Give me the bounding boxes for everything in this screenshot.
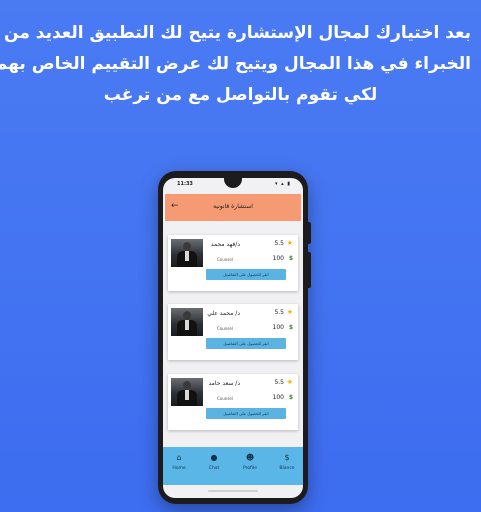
headline-line-1: بعد اختيارك لمجال الإستشارة يتيح لك التط… [4, 23, 471, 43]
page-title: استشارة قانونية [213, 203, 253, 210]
expert-name: د/ محمد علي [207, 310, 240, 317]
dollar-icon: $ [288, 255, 293, 262]
home-indicator [208, 490, 258, 492]
expert-role: Counsel [217, 257, 233, 262]
home-icon: ⌂ [176, 453, 182, 462]
dollar-icon: $ [288, 324, 293, 331]
expert-name: د/ سعد حامد [208, 380, 240, 387]
phone-volume-button [308, 222, 311, 244]
expert-name: د/فهد محمد [210, 241, 240, 248]
nav-label: Home [172, 466, 186, 471]
expert-price: 100 [272, 324, 284, 331]
expert-photo [171, 308, 203, 336]
nav-label: Blance [279, 466, 295, 471]
star-icon: ★ [286, 239, 293, 247]
headline-line-2: الخبراء في هذا المجال ويتيح لك عرض التقي… [0, 54, 471, 74]
status-time: 11:33 [177, 181, 193, 187]
nav-label: Chat [208, 466, 220, 471]
app-bar: ← استشارة قانونية [165, 194, 301, 221]
headline-line-3: لكي تقوم بالتواصل مع من ترغب [103, 85, 378, 105]
nav-item-chat[interactable]: ● Chat [199, 453, 229, 471]
status-icons: ▾ ▴ ▮ [275, 181, 291, 187]
details-button[interactable]: انقر للحصول على التفاصيل [206, 269, 286, 280]
expert-rating: 5.5 [274, 379, 284, 386]
nav-label: Profile [243, 466, 257, 471]
expert-card: د/فهد محمد 5.5 ★ Counsel 100 $ انقر للحص… [168, 235, 298, 291]
expert-price: 100 [272, 255, 284, 262]
bottom-nav: ⌂ Home ● Chat ☻ Profile $ Blance [163, 447, 303, 485]
expert-photo [171, 239, 203, 267]
expert-card: د/ محمد علي 5.5 ★ Counsel 100 $ انقر للح… [168, 304, 298, 360]
chat-icon: ● [210, 453, 218, 462]
nav-item-profile[interactable]: ☻ Profile [235, 453, 265, 471]
expert-rating: 5.5 [274, 240, 284, 247]
expert-price: 100 [272, 394, 284, 401]
star-icon: ★ [286, 378, 293, 386]
star-icon: ★ [286, 308, 293, 316]
phone-power-button [308, 252, 311, 288]
dollar-icon: $ [284, 453, 290, 462]
nav-item-blance[interactable]: $ Blance [272, 453, 302, 471]
details-button[interactable]: انقر للحصول على التفاصيل [206, 408, 286, 419]
expert-role: Counsel [217, 396, 233, 401]
expert-role: Counsel [217, 326, 233, 331]
expert-card: د/ سعد حامد 5.5 ★ Counsel 100 $ انقر للح… [168, 374, 298, 430]
dollar-icon: $ [288, 394, 293, 401]
expert-photo [171, 378, 203, 406]
details-button[interactable]: انقر للحصول على التفاصيل [206, 338, 286, 349]
headline: بعد اختيارك لمجال الإستشارة يتيح لك التط… [0, 18, 471, 111]
nav-item-home[interactable]: ⌂ Home [164, 453, 194, 471]
phone-screen: 11:33 ▾ ▴ ▮ ← استشارة قانونية د/فهد محمد… [163, 178, 303, 498]
expert-rating: 5.5 [274, 309, 284, 316]
profile-icon: ☻ [245, 453, 255, 462]
